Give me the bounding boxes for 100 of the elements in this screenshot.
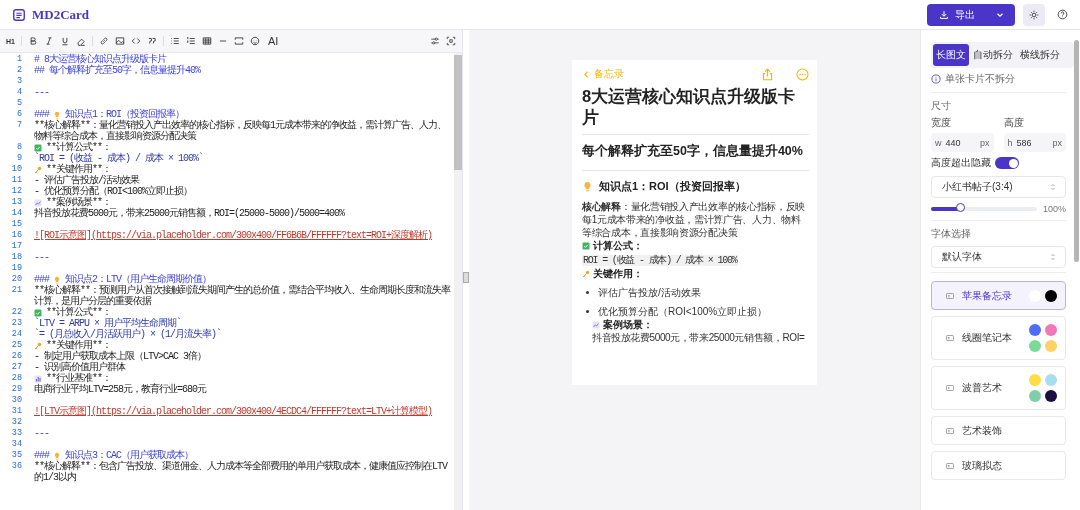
bold-icon[interactable] xyxy=(27,36,38,46)
code-line: **核心解释**：量化营销投入产出效率的核心指标，反映每1元成本带来的净收益，需计算广告、人力、物料等综合成本，直接影响资源分配决策 xyxy=(34,120,447,142)
split-mode-tab[interactable]: 横线拆分 xyxy=(1017,44,1063,66)
line-number: 4 xyxy=(15,87,23,98)
resize-handle[interactable] xyxy=(463,271,469,283)
code-line: ![LTV示意图](https://via.placeholder.com/300x400/4ECDC4/FFFFFF?text=LTV+计算模型) xyxy=(34,406,433,417)
line-number: 16 xyxy=(10,230,23,241)
line-number: 12 xyxy=(10,186,23,197)
code-line: `= (月总收入/月活跃用户) × (1/月流失率)` xyxy=(34,329,221,340)
line-number: 22 xyxy=(10,307,23,318)
code-line: 电商行业平均LTV=258元，教育行业=680元 xyxy=(34,384,206,395)
card-icon xyxy=(946,335,954,341)
toggle-label: 高度超出隐藏 xyxy=(931,156,991,170)
checkbox-icon xyxy=(582,241,590,250)
line-number: 7 xyxy=(15,120,23,132)
underline-icon[interactable] xyxy=(59,36,70,46)
split-mode-tab[interactable]: 长图文 xyxy=(933,44,969,66)
code-line: **核心解释**：预测用户从首次接触到流失期间产生的总价值，需结合平均收入、生命周期长度和流失率计算，是用户分层的重要依据 xyxy=(34,285,451,307)
line-number: 3 xyxy=(15,76,23,87)
code-line: --- xyxy=(34,252,49,263)
theme-toggle-button[interactable] xyxy=(1023,3,1045,26)
bullet-text: 优化预算分配（ROI<100%立即止损） xyxy=(598,305,768,318)
theme-card[interactable]: 波普艺术 xyxy=(931,366,1066,410)
eraser-icon[interactable] xyxy=(75,36,86,46)
code-line: 知识点2：LTV（用户生命周期价值） xyxy=(65,274,212,285)
theme-card[interactable]: 线圈笔记本 xyxy=(931,316,1066,360)
updown-icon xyxy=(1049,253,1057,261)
table-icon[interactable] xyxy=(201,36,212,46)
smiley-icon[interactable] xyxy=(249,36,260,46)
code-line: `ROI = (收益 - 成本) / 成本 × 100%` xyxy=(34,153,204,164)
code-icon[interactable] xyxy=(130,36,141,46)
bullet-list-icon[interactable] xyxy=(169,36,180,46)
line-number: 35 xyxy=(10,450,23,461)
theme-card[interactable]: 艺术装饰 xyxy=(931,416,1066,445)
image-icon[interactable] xyxy=(114,36,125,46)
settings-icon[interactable] xyxy=(430,36,440,46)
card-title: 8大运营核心知识点升级版卡片 xyxy=(582,86,797,128)
bar-chart-icon xyxy=(34,374,42,383)
code-line: 知识点1：ROI（投资回报率） xyxy=(65,109,185,120)
toggle-switch[interactable] xyxy=(995,157,1019,169)
line-number: 18 xyxy=(10,252,23,263)
link-icon[interactable] xyxy=(98,36,109,46)
line-number: 33 xyxy=(10,428,23,439)
card-icon xyxy=(946,385,954,391)
theme-card[interactable]: 玻璃拟态 xyxy=(931,451,1066,480)
bullet-dot-icon xyxy=(586,310,589,313)
scrollbar-thumb[interactable] xyxy=(454,55,462,170)
key-icon xyxy=(34,165,42,174)
theme-name: 苹果备忘录 xyxy=(962,288,1012,303)
case-label: 案例场景： xyxy=(603,318,653,331)
line-number: 20 xyxy=(10,274,23,285)
line-number: 5 xyxy=(15,98,23,109)
app-name: MD2Card xyxy=(32,6,90,23)
lightbulb-icon xyxy=(53,451,61,460)
line-number: 27 xyxy=(10,362,23,373)
lightbulb-icon xyxy=(53,110,61,119)
dimension-field[interactable]: w 440 px xyxy=(931,133,994,152)
preset-select[interactable]: 小红书帖子(3:4) xyxy=(931,176,1066,198)
line-number: 14 xyxy=(10,208,23,219)
code-line: 知识点3：CAC（用户获取成本） xyxy=(65,450,194,461)
download-icon xyxy=(939,9,949,20)
slider-thumb[interactable] xyxy=(955,203,965,212)
size-label: 尺寸 xyxy=(931,99,952,113)
numbered-list-icon[interactable] xyxy=(185,36,196,46)
card-icon xyxy=(946,427,954,434)
line-number: 17 xyxy=(10,241,23,252)
theme-name: 玻璃拟态 xyxy=(962,458,1002,473)
ai-button[interactable]: AI xyxy=(267,35,279,47)
heading-marker: ### xyxy=(34,274,49,285)
line-number: 8 xyxy=(15,142,23,153)
line-number: 13 xyxy=(10,197,23,208)
dimension-field[interactable]: h 586 px xyxy=(1003,133,1066,152)
theme-name: 线圈笔记本 xyxy=(962,331,1012,345)
font-select[interactable]: 默认字体 xyxy=(931,246,1066,268)
line-number: 24 xyxy=(10,329,23,340)
lightbulb-icon xyxy=(53,275,61,284)
code-line: --- xyxy=(34,428,49,439)
code-line: - 制定用户获取成本上限（LTV>CAC 3倍） xyxy=(34,351,206,362)
code-line: - 优化预算分配（ROI<100%立即止损） xyxy=(34,186,192,197)
explanation-text: 核心解释：量化营销投入产出效率的核心指标，反映每1元成本带来的净收益，需计算广告、人力、物料等综合成本，直接影响资源分配决策 xyxy=(582,200,807,239)
line-number: 36 xyxy=(10,461,23,473)
code-line: `LTV = ARPU × 用户平均生命周期` xyxy=(34,318,181,329)
fullscreen-icon[interactable] xyxy=(446,36,456,46)
line-number: 19 xyxy=(10,263,23,274)
page-break-icon[interactable] xyxy=(233,36,244,46)
export-button[interactable]: 导出 xyxy=(927,3,1015,26)
chart-icon xyxy=(34,198,42,207)
theme-name: 艺术装饰 xyxy=(962,423,1002,438)
help-icon[interactable] xyxy=(1057,9,1068,20)
code-line: - 评估广告投放/活动效果 xyxy=(34,175,139,186)
code-line: **行业基准**： xyxy=(46,373,111,384)
scrollbar-thumb[interactable] xyxy=(1074,40,1079,262)
split-mode-tab[interactable]: 自动拆分 xyxy=(970,44,1016,66)
quote-icon[interactable] xyxy=(146,36,157,46)
line-number: 15 xyxy=(10,219,23,230)
code-line: **关键作用**： xyxy=(46,340,111,351)
bullet-text: 评估广告投放/活动效果 xyxy=(598,286,701,299)
line-number: 29 xyxy=(10,384,23,395)
formula-code: ROI = (收益 - 成本) / 成本 × 100% xyxy=(582,255,738,266)
theme-card[interactable]: 苹果备忘录 xyxy=(931,281,1066,310)
